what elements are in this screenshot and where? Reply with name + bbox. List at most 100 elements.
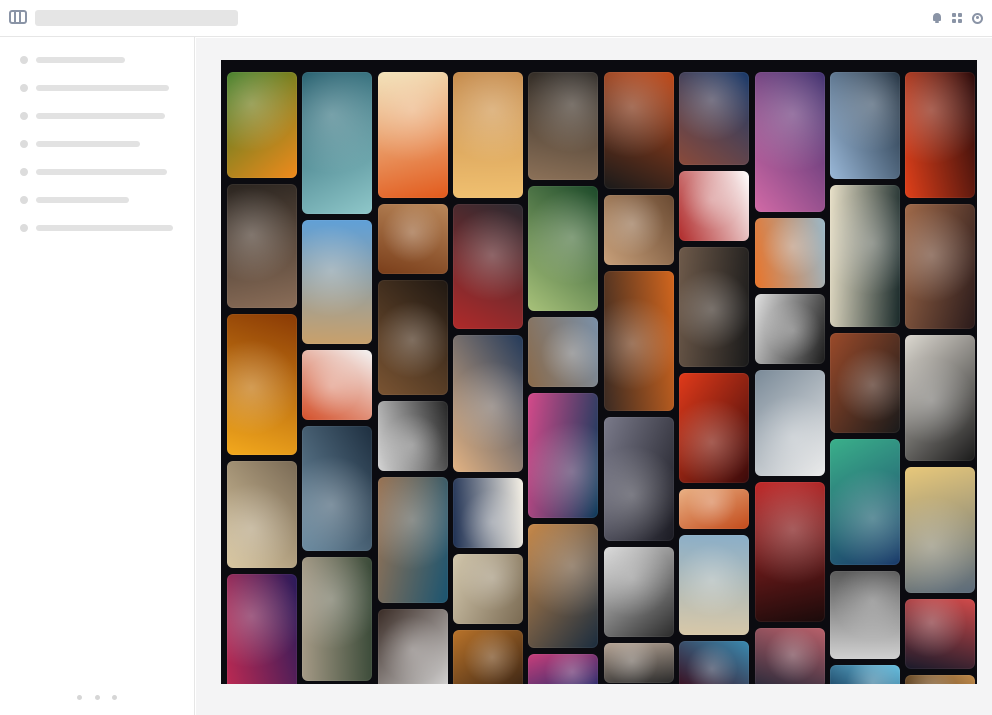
gallery-image-blue-alien[interactable]	[302, 426, 372, 551]
image-highlight	[227, 574, 297, 684]
gallery-image-woman-flowers[interactable]	[830, 333, 900, 433]
gallery-image-swan-figure[interactable]	[905, 335, 975, 461]
gallery-image-silver-alien[interactable]	[830, 72, 900, 179]
image-highlight	[378, 401, 448, 471]
gallery-image-white-puppy[interactable]	[755, 370, 825, 476]
gallery-image-egg-portal[interactable]	[604, 547, 674, 637]
gallery-image-dark-warrior[interactable]	[378, 280, 448, 395]
gallery-image-woman-leather[interactable]	[227, 184, 297, 308]
panels-icon[interactable]	[9, 10, 27, 24]
image-highlight	[528, 654, 598, 684]
image-highlight	[905, 335, 975, 461]
gallery-image-sketch-woman[interactable]	[453, 554, 523, 624]
item-placeholder	[36, 113, 165, 119]
gallery-image-purple-leaves[interactable]	[227, 574, 297, 684]
gallery-image-golden-statue[interactable]	[227, 314, 297, 455]
gallery-image-helmet-duo[interactable]	[755, 628, 825, 684]
image-highlight	[830, 571, 900, 659]
gallery-image-bw-vortex[interactable]	[378, 401, 448, 471]
image-highlight	[830, 439, 900, 565]
gallery-image-bw-old-woman[interactable]	[830, 571, 900, 659]
gallery-image-cute-mouse[interactable]	[453, 335, 523, 472]
gallery-image-cat-warrior[interactable]	[528, 524, 598, 648]
image-highlight	[302, 426, 372, 551]
image-highlight	[604, 417, 674, 541]
image-highlight	[453, 204, 523, 329]
gallery-image-cartoon-village[interactable]	[302, 220, 372, 344]
image-highlight	[302, 557, 372, 681]
gallery-image-dark-armor[interactable]	[604, 417, 674, 541]
bullet-icon	[20, 84, 28, 92]
image-highlight	[227, 184, 297, 308]
gallery-image-ruined-city[interactable]	[528, 317, 598, 387]
gallery-image-underwater-woman[interactable]	[302, 72, 372, 214]
bullet-icon	[20, 112, 28, 120]
gallery-image-duck-toys[interactable]	[453, 72, 523, 198]
gallery-image-knit-skull[interactable]	[604, 271, 674, 411]
gallery-image-boy-beanie[interactable]	[528, 72, 598, 180]
image-highlight	[604, 547, 674, 637]
gallery-image-white-flowers[interactable]	[830, 185, 900, 327]
item-placeholder	[36, 197, 129, 203]
image-highlight	[830, 665, 900, 684]
gallery-image-red-spider[interactable]	[679, 373, 749, 483]
gallery-image-blue-warrior[interactable]	[679, 72, 749, 165]
image-highlight	[227, 314, 297, 455]
gallery-image-blue-swirl[interactable]	[528, 654, 598, 684]
gallery-image-bw-noise[interactable]	[755, 294, 825, 364]
gallery-image-anime-blonde[interactable]	[378, 72, 448, 198]
bullet-icon	[20, 196, 28, 204]
image-highlight	[679, 641, 749, 684]
gallery-image-woman-white-hat[interactable]	[378, 609, 448, 684]
gallery-image-dusk-sky[interactable]	[905, 675, 975, 684]
image-highlight	[679, 72, 749, 165]
image-highlight	[453, 554, 523, 624]
gallery-image-glasses-girl[interactable]	[755, 72, 825, 212]
image-highlight	[453, 72, 523, 198]
gallery-image-forest-path[interactable]	[528, 186, 598, 311]
gallery-image-curly-red[interactable]	[679, 489, 749, 529]
gallery-image-robot-skull[interactable]	[905, 599, 975, 669]
gallery-image-blue-hood-girl[interactable]	[378, 477, 448, 603]
item-placeholder	[36, 225, 173, 231]
gallery-image-red-dress-city[interactable]	[453, 204, 523, 329]
image-highlight	[528, 317, 598, 387]
gallery-image-hooded-woman[interactable]	[679, 247, 749, 367]
gallery-image-red-hair-woman[interactable]	[604, 195, 674, 265]
image-highlight	[378, 477, 448, 603]
gallery-image-tribal-mask[interactable]	[604, 72, 674, 189]
image-highlight	[453, 630, 523, 684]
user-circle-icon[interactable]	[972, 13, 983, 24]
gallery-image-surreal-eye[interactable]	[227, 461, 297, 568]
image-highlight	[302, 220, 372, 344]
bullet-icon	[20, 140, 28, 148]
gallery-image-neon-woman[interactable]	[528, 393, 598, 518]
grid-icon[interactable]	[952, 13, 963, 24]
gallery-image-red-sea-ship[interactable]	[905, 72, 975, 198]
gallery-image-hat-woman[interactable]	[604, 643, 674, 683]
bullet-icon	[20, 168, 28, 176]
gallery-image-blue-burst[interactable]	[830, 665, 900, 684]
top-bar	[0, 0, 992, 37]
gallery-image-robin-bird[interactable]	[302, 350, 372, 420]
image-highlight	[604, 271, 674, 411]
gallery-image-ice-cube-fire[interactable]	[755, 218, 825, 288]
gallery-image-woman-library[interactable]	[302, 557, 372, 681]
gallery-image-beach-woman[interactable]	[679, 535, 749, 635]
gallery-image-tattoo-back[interactable]	[905, 204, 975, 329]
bell-icon[interactable]	[932, 13, 943, 24]
gallery-image-stained-glass[interactable]	[830, 439, 900, 565]
gallery-image-orange-tree[interactable]	[227, 72, 297, 178]
image-highlight	[604, 195, 674, 265]
image-highlight	[679, 373, 749, 483]
gallery-image-robot-doll[interactable]	[378, 204, 448, 274]
image-highlight	[378, 609, 448, 684]
gallery-image-folk-pattern[interactable]	[453, 478, 523, 548]
gallery-image-witch-hat[interactable]	[453, 630, 523, 684]
gallery-image-christmas-pattern[interactable]	[679, 171, 749, 241]
gallery-image-red-cloak-woman[interactable]	[755, 482, 825, 622]
gallery-image-red-abstract[interactable]	[679, 641, 749, 684]
image-highlight	[905, 599, 975, 669]
gallery-image-city-aerial[interactable]	[905, 467, 975, 593]
item-placeholder	[36, 169, 167, 175]
